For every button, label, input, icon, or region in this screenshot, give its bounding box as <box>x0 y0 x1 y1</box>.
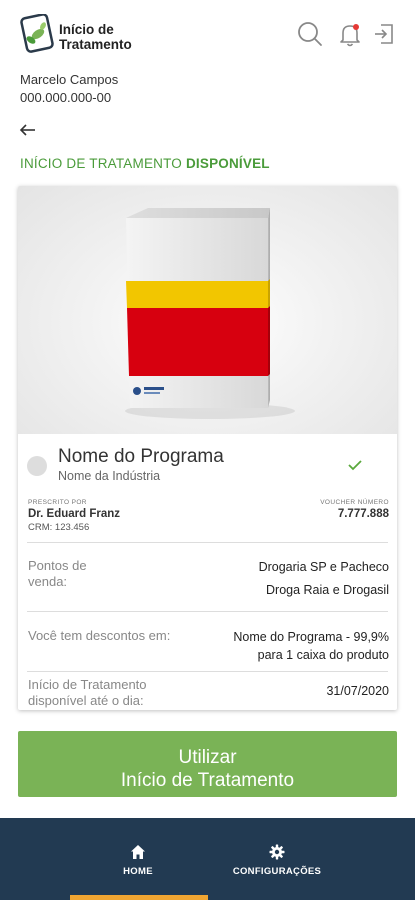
app-title-line1: Início de <box>59 22 114 37</box>
logout-icon[interactable] <box>372 22 396 46</box>
program-icon <box>27 456 47 476</box>
nav-settings[interactable]: CONFIGURAÇÕES <box>224 844 330 877</box>
treatment-status: INÍCIO DE TRATAMENTO DISPONÍVEL <box>20 156 270 171</box>
status-prefix: INÍCIO DE TRATAMENTO <box>20 156 186 171</box>
prescribed-by-label: PRESCRITO POR <box>28 499 87 506</box>
doctor-name: Dr. Eduard Franz <box>28 508 121 520</box>
check-icon <box>348 460 362 471</box>
program-industry: Nome da Indústria <box>58 469 161 483</box>
discount-label: Você tem descontos em: <box>28 628 171 643</box>
user-document: 000.000.000-00 <box>20 90 112 105</box>
app-title: Início de Tratamento <box>59 22 132 52</box>
discount-value-line2: para 1 caixa do produto <box>257 648 389 662</box>
use-treatment-button[interactable]: Utilizar Início de Tratamento <box>18 731 397 797</box>
divider <box>27 542 388 543</box>
nav-active-indicator <box>70 895 208 900</box>
bottom-nav: HOME CONFIGURAÇÕES <box>0 818 415 900</box>
voucher-number: 7.777.888 <box>337 508 389 520</box>
product-image <box>18 186 397 434</box>
notification-dot <box>353 24 359 30</box>
home-icon <box>131 845 145 859</box>
sale-point-1: Drogaria SP e Pacheco <box>258 560 389 574</box>
bell-icon[interactable] <box>336 20 364 48</box>
button-line2: Início de Tratamento <box>120 770 295 791</box>
nav-home[interactable]: HOME <box>110 844 166 877</box>
product-box-illustration <box>125 208 295 419</box>
program-name: Nome do Programa <box>58 446 224 467</box>
button-line1: Utilizar <box>178 747 237 768</box>
back-arrow-icon[interactable] <box>18 120 38 140</box>
sale-point-2: Droga Raia e Drogasil <box>266 583 389 597</box>
divider <box>27 611 388 612</box>
doctor-crm: CRM: 123.456 <box>28 522 90 533</box>
nav-home-label: HOME <box>123 866 153 877</box>
voucher-label: VOUCHER NÚMERO <box>320 499 389 506</box>
nav-settings-label: CONFIGURAÇÕES <box>232 866 322 877</box>
divider <box>27 671 388 672</box>
discount-value-line1: Nome do Programa - 99,9% <box>233 630 389 644</box>
search-icon[interactable] <box>296 20 324 48</box>
app-logo <box>20 14 54 53</box>
available-until-date: 31/07/2020 <box>326 684 389 698</box>
available-until-label: Início de Tratamento disponível até o di… <box>28 677 147 708</box>
status-value: DISPONÍVEL <box>185 156 270 171</box>
gear-icon <box>269 844 285 860</box>
sale-points-label: Pontos de venda: <box>28 558 87 589</box>
app-title-line2: Tratamento <box>59 37 132 52</box>
voucher-card: Nome do Programa Nome da Indústria PRESC… <box>18 186 397 710</box>
user-name: Marcelo Campos <box>20 72 119 87</box>
